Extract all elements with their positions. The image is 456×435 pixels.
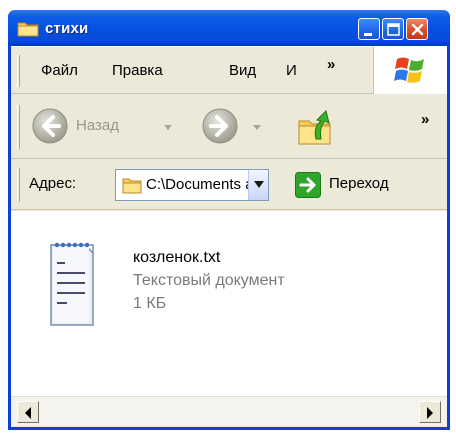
scroll-right-button[interactable] [419, 401, 441, 423]
scroll-left-button[interactable] [17, 401, 39, 423]
folder-icon [122, 178, 142, 194]
windows-logo-icon [394, 57, 424, 83]
menu-favorites[interactable]: И [286, 62, 297, 79]
address-bar-grip[interactable] [17, 168, 20, 202]
menu-bar: Файл Правка Вид И » [11, 46, 447, 94]
address-combobox[interactable]: C:\Documents and Settings [115, 169, 269, 201]
up-folder-button[interactable] [295, 105, 337, 149]
arrow-left-icon [25, 407, 31, 419]
close-icon [411, 23, 424, 36]
back-label: Назад [76, 117, 119, 134]
back-button[interactable]: Назад [31, 107, 181, 147]
maximize-icon [387, 23, 400, 36]
file-type: Текстовый документ [133, 272, 285, 289]
horizontal-scrollbar[interactable] [11, 396, 447, 426]
address-bar: Адрес: C:\Documents and Settings Переход [11, 160, 447, 210]
go-arrow-icon [295, 172, 321, 198]
toolbar-grip[interactable] [17, 105, 20, 149]
maximize-button[interactable] [382, 18, 404, 40]
menu-view[interactable]: Вид [229, 62, 256, 79]
menu-edit[interactable]: Правка [112, 62, 163, 79]
menu-file[interactable]: Файл [41, 62, 78, 79]
windows-logo [373, 47, 447, 94]
file-size: 1 КБ [133, 295, 167, 312]
forward-dropdown-arrow[interactable] [253, 125, 261, 130]
explorer-window: стихи Файл Правка Вид И » Назад » Адрес:… [8, 10, 450, 430]
back-dropdown-arrow[interactable] [164, 125, 172, 130]
minimize-icon [364, 33, 372, 36]
arrow-right-icon [427, 407, 433, 419]
address-value[interactable]: C:\Documents and Settings [146, 176, 248, 193]
notepad-document-icon [50, 242, 94, 326]
go-button[interactable]: Переход [295, 169, 447, 201]
toolbar-overflow-chevron[interactable]: » [421, 111, 429, 128]
forward-button[interactable] [201, 107, 271, 147]
address-label: Адрес: [29, 175, 77, 192]
file-list[interactable]: козленок.txt Текстовый документ 1 КБ [11, 211, 447, 396]
file-item[interactable]: козленок.txt Текстовый документ 1 КБ [37, 235, 367, 326]
forward-arrow-icon [202, 108, 238, 144]
close-button[interactable] [406, 18, 428, 40]
title-bar[interactable]: стихи [8, 10, 450, 46]
menu-bar-grip[interactable] [17, 55, 20, 87]
folder-icon [17, 20, 39, 37]
up-folder-icon [298, 110, 331, 145]
file-name: козленок.txt [133, 249, 221, 266]
go-label: Переход [329, 175, 389, 192]
standard-toolbar: Назад » [11, 95, 447, 159]
back-arrow-icon [32, 108, 68, 144]
minimize-button[interactable] [358, 18, 380, 40]
address-dropdown-button[interactable] [248, 170, 268, 200]
window-title: стихи [45, 19, 89, 37]
menu-overflow-chevron[interactable]: » [327, 56, 335, 73]
